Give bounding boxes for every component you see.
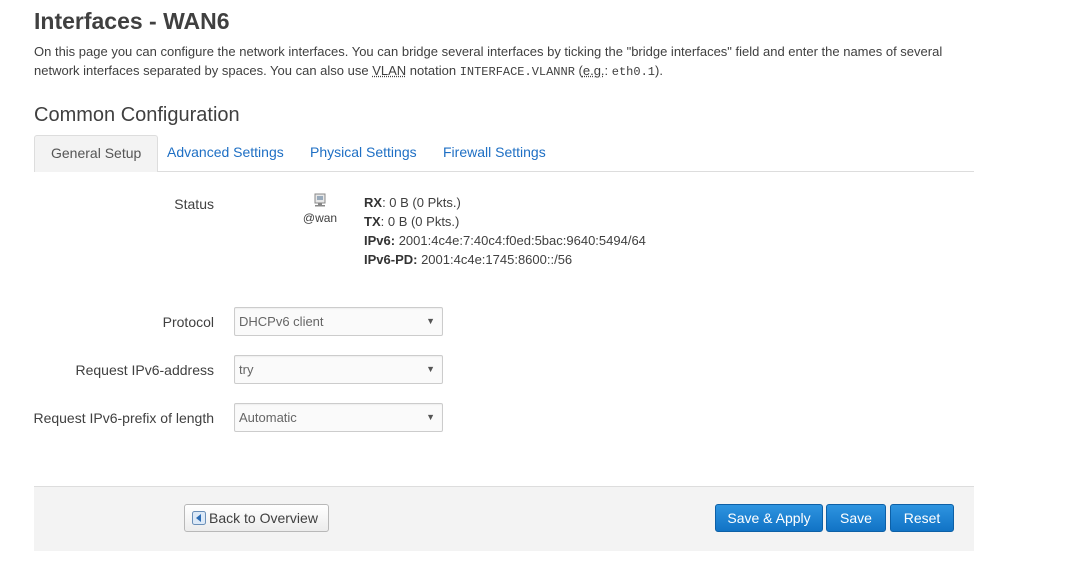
chevron-down-icon: ▼ — [426, 316, 435, 326]
back-arrow-icon — [192, 511, 206, 525]
tx-label: TX — [364, 214, 381, 229]
notation-code: INTERFACE.VLANNR — [459, 65, 575, 79]
description-text: notation — [406, 63, 460, 78]
network-interface-icon — [314, 193, 326, 207]
status-label: Status — [174, 196, 214, 212]
ipv6pd-value: 2001:4c4e:1745:8600::/56 — [417, 252, 573, 267]
interface-stats: RX: 0 B (0 Pkts.) TX: 0 B (0 Pkts.) IPv6… — [364, 193, 646, 269]
form-footer: Back to Overview Save & Apply Save Reset — [34, 486, 974, 551]
request-address-select-value: try — [239, 362, 254, 377]
tab-general-setup[interactable]: General Setup — [34, 135, 159, 172]
back-button-label: Back to Overview — [209, 510, 318, 526]
protocol-label: Protocol — [162, 314, 214, 330]
description-text: : — [604, 63, 612, 78]
chevron-down-icon: ▼ — [426, 364, 435, 374]
reset-button[interactable]: Reset — [890, 504, 954, 532]
ipv6-value: 2001:4c4e:7:40c4:f0ed:5bac:9640:5494/64 — [395, 233, 646, 248]
rx-value: : 0 B (0 Pkts.) — [382, 195, 461, 210]
rx-label: RX — [364, 195, 383, 210]
tab-physical-settings[interactable]: Physical Settings — [294, 135, 433, 170]
protocol-select-value: DHCPv6 client — [239, 314, 324, 329]
protocol-select[interactable]: DHCPv6 client ▼ — [234, 307, 443, 336]
request-address-label: Request IPv6-address — [75, 362, 214, 378]
example-code: eth0.1 — [611, 65, 655, 79]
request-prefix-select-value: Automatic — [239, 410, 297, 425]
save-button[interactable]: Save — [826, 504, 886, 532]
save-apply-button[interactable]: Save & Apply — [715, 504, 823, 532]
interface-badge: @wan — [300, 192, 340, 225]
ipv6-label: IPv6: — [364, 233, 396, 248]
request-address-select[interactable]: try ▼ — [234, 355, 443, 384]
request-prefix-select[interactable]: Automatic ▼ — [234, 403, 443, 432]
chevron-down-icon: ▼ — [426, 412, 435, 422]
tx-value: : 0 B (0 Pkts.) — [380, 214, 460, 229]
request-prefix-label: Request IPv6-prefix of length — [33, 410, 214, 426]
tab-firewall-settings[interactable]: Firewall Settings — [427, 135, 562, 170]
tab-bar: General Setup Advanced Settings Physical… — [34, 135, 974, 172]
description-text: ). — [655, 63, 663, 78]
interface-name: @wan — [302, 211, 338, 225]
section-title: Common Configuration — [34, 104, 240, 126]
vlan-abbr: VLAN — [372, 63, 407, 78]
page-description: On this page you can configure the netwo… — [34, 42, 964, 82]
tab-advanced-settings[interactable]: Advanced Settings — [151, 135, 300, 170]
description-text: ( — [574, 63, 583, 78]
eg-abbr: e.g. — [582, 63, 605, 78]
page-title: Interfaces - WAN6 — [34, 8, 230, 34]
back-to-overview-button[interactable]: Back to Overview — [184, 504, 329, 532]
ipv6pd-label: IPv6-PD: — [364, 252, 418, 267]
